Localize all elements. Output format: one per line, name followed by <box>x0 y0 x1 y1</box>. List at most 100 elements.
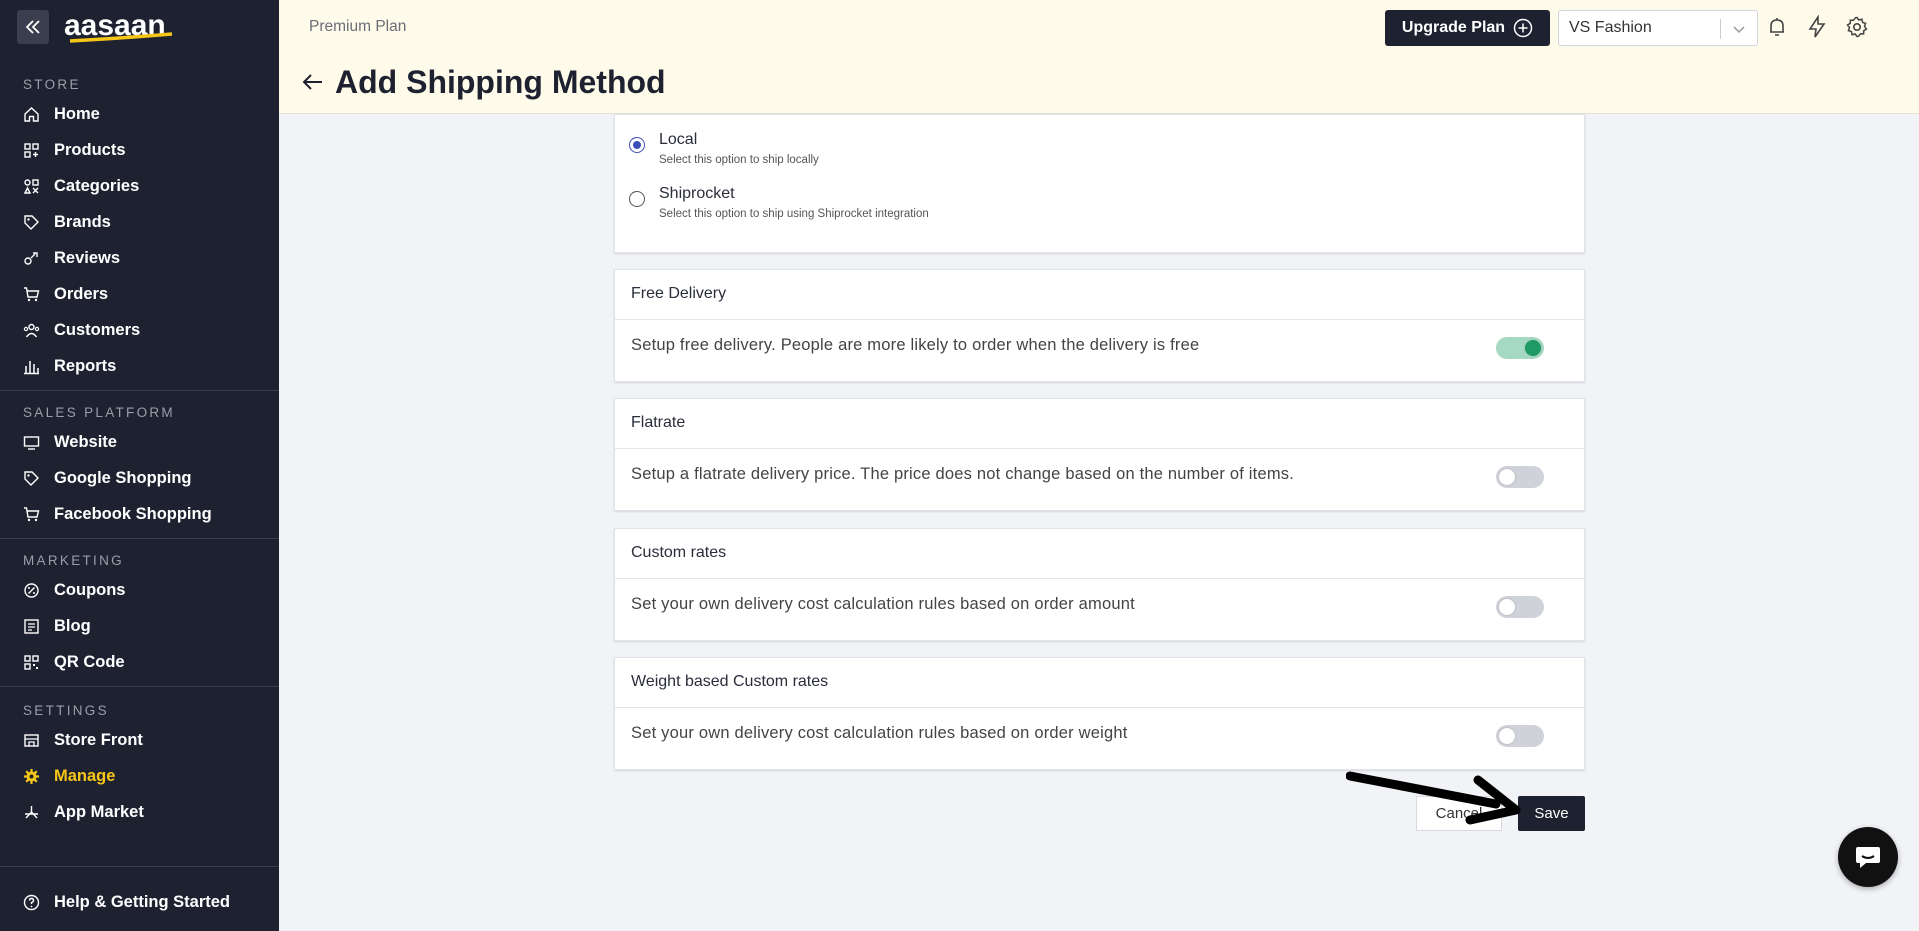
sidebar-item-label: Brands <box>54 212 111 231</box>
sidebar-item-label: App Market <box>54 802 144 821</box>
sidebar-item-qr-code[interactable]: QR Code <box>0 644 279 680</box>
sidebar-item-label: Coupons <box>54 580 126 599</box>
sidebar-item-categories[interactable]: Categories <box>0 168 279 204</box>
sidebar-item-label: Orders <box>54 284 109 303</box>
chat-widget-button[interactable] <box>1838 827 1898 887</box>
radio-option-local[interactable]: Local Select this option to ship locally <box>629 123 819 166</box>
sidebar-item-label: Google Shopping <box>54 468 192 487</box>
sidebar-divider <box>0 686 279 687</box>
card-title: Flatrate <box>615 399 1584 449</box>
sidebar-divider <box>0 866 279 867</box>
sidebar-item-website[interactable]: Website <box>0 424 279 460</box>
sidebar-divider <box>0 538 279 539</box>
collapse-sidebar-button[interactable] <box>17 10 49 44</box>
radio-button-shiprocket[interactable] <box>629 191 645 207</box>
sidebar-item-products[interactable]: Products <box>0 132 279 168</box>
sidebar-item-reviews[interactable]: Reviews <box>0 240 279 276</box>
coupon-icon <box>23 582 40 599</box>
upgrade-label: Upgrade Plan <box>1401 19 1506 36</box>
card-desc: Set your own delivery cost calculation r… <box>631 595 1135 613</box>
card-title: Weight based Custom rates <box>615 658 1584 708</box>
settings-section: SETTINGS Store Front Manage App Market <box>0 700 279 830</box>
radio-title: Shiprocket <box>659 185 735 202</box>
cart-icon <box>23 506 40 523</box>
section-title-sales-platform: SALES PLATFORM <box>23 405 175 420</box>
sidebar-item-blog[interactable]: Blog <box>0 608 279 644</box>
card-title: Free Delivery <box>615 270 1584 320</box>
sidebar-item-label: Reports <box>54 356 117 375</box>
sidebar-item-reports[interactable]: Reports <box>0 348 279 384</box>
aasaan-logo[interactable]: aasaan <box>64 8 176 46</box>
sidebar-item-brands[interactable]: Brands <box>0 204 279 240</box>
annotation-arrow-icon <box>1346 771 1521 825</box>
monitor-icon <box>23 434 40 451</box>
card-desc: Setup a flatrate delivery price. The pri… <box>631 465 1295 483</box>
card-body: Setup a flatrate delivery price. The pri… <box>615 449 1584 511</box>
storefront-icon <box>23 732 40 749</box>
sidebar-item-help[interactable]: Help & Getting Started <box>0 884 279 920</box>
grid-icon <box>23 142 40 159</box>
section-title-settings: SETTINGS <box>23 703 109 718</box>
shapes-icon <box>23 178 40 195</box>
sidebar-item-label: Store Front <box>54 730 143 749</box>
sidebar-item-label: Categories <box>54 176 140 195</box>
back-arrow-icon[interactable] <box>301 70 325 94</box>
sidebar-item-facebook-shopping[interactable]: Facebook Shopping <box>0 496 279 532</box>
sidebar-item-coupons[interactable]: Coupons <box>0 572 279 608</box>
radio-desc: Select this option to ship using Shiproc… <box>659 208 929 220</box>
app-icon <box>23 804 40 821</box>
sidebar-item-home[interactable]: Home <box>0 96 279 132</box>
shipping-type-card: Local Select this option to ship locally… <box>614 114 1585 253</box>
sidebar-item-orders[interactable]: Orders <box>0 276 279 312</box>
sidebar-item-google-shopping[interactable]: Google Shopping <box>0 460 279 496</box>
bell-icon[interactable] <box>1765 15 1789 39</box>
help-circle-icon <box>23 894 40 911</box>
sidebar-item-label: Products <box>54 140 126 159</box>
bar-chart-icon <box>23 358 40 375</box>
sales-platform-section: SALES PLATFORM Website Google Shopping F… <box>0 402 279 532</box>
home-icon <box>23 106 40 123</box>
sidebar-item-label: Reviews <box>54 248 121 267</box>
card-desc: Set your own delivery cost calculation r… <box>631 724 1128 742</box>
sidebar-item-store-front[interactable]: Store Front <box>0 722 279 758</box>
tag-icon <box>23 470 40 487</box>
plan-label: Premium Plan <box>309 18 407 35</box>
select-separator <box>1720 19 1721 39</box>
sidebar-item-label: Manage <box>54 766 116 785</box>
radio-title: Local <box>659 131 698 148</box>
custom-rates-toggle[interactable] <box>1496 596 1544 618</box>
users-icon <box>23 322 40 339</box>
card-body: Set your own delivery cost calculation r… <box>615 579 1584 641</box>
sidebar-item-manage[interactable]: Manage <box>0 758 279 794</box>
tag-icon <box>23 214 40 231</box>
cart-icon <box>23 286 40 303</box>
sidebar-item-label: Facebook Shopping <box>54 504 212 523</box>
flatrate-toggle[interactable] <box>1496 466 1544 488</box>
free-delivery-toggle[interactable] <box>1496 337 1544 359</box>
review-icon <box>23 250 40 267</box>
sidebar-item-label: Blog <box>54 616 91 635</box>
toggle-knob <box>1525 340 1541 356</box>
upgrade-plan-button[interactable]: Upgrade Plan <box>1385 10 1550 46</box>
radio-desc: Select this option to ship locally <box>659 154 819 166</box>
sidebar: aasaan STORE Home Products Categories Br… <box>0 0 279 931</box>
toggle-knob <box>1499 469 1515 485</box>
sidebar-item-customers[interactable]: Customers <box>0 312 279 348</box>
store-select[interactable]: VS Fashion <box>1558 10 1758 46</box>
radio-dot <box>633 141 641 149</box>
store-section: STORE Home Products Categories Brands Re… <box>0 74 279 384</box>
card-title: Custom rates <box>615 529 1584 579</box>
gear-icon <box>23 768 40 785</box>
radio-option-shiprocket[interactable]: Shiprocket Select this option to ship us… <box>629 177 929 220</box>
weight-based-rates-toggle[interactable] <box>1496 725 1544 747</box>
marketing-section: MARKETING Coupons Blog QR Code <box>0 550 279 680</box>
free-delivery-card: Free Delivery Setup free delivery. Peopl… <box>614 269 1585 382</box>
sidebar-item-label: Customers <box>54 320 141 339</box>
chevron-down-icon <box>1733 26 1745 34</box>
save-button[interactable]: Save <box>1518 796 1585 831</box>
lightning-icon[interactable] <box>1805 15 1829 39</box>
radio-button-local[interactable] <box>629 137 645 153</box>
sidebar-item-app-market[interactable]: App Market <box>0 794 279 830</box>
settings-gear-icon[interactable] <box>1845 15 1869 39</box>
chat-bubble-icon <box>1856 847 1880 868</box>
